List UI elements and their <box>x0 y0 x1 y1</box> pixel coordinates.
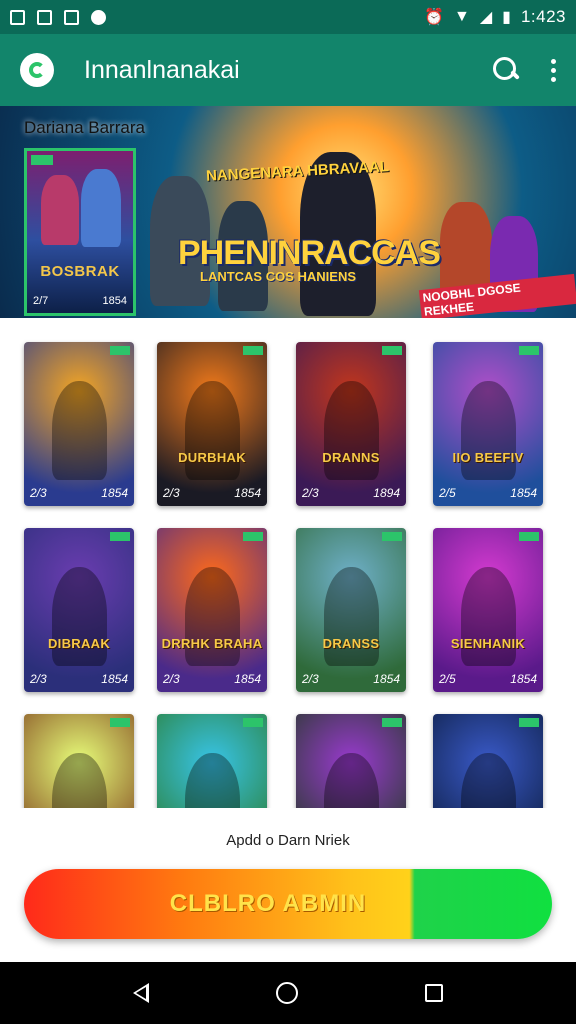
card-count: 1854 <box>234 486 261 500</box>
wifi-icon: ▼ <box>453 8 470 25</box>
card-title: DRANNS <box>322 450 380 465</box>
game-card[interactable]: DRANSS 2/3 1854 <box>296 528 406 692</box>
card-title: IIO BEEFIV <box>452 450 524 465</box>
status-bar: ⏰ ▼ ◢ ▮ 1:423 <box>0 0 576 34</box>
game-card[interactable]: DRRAGIM <box>157 714 267 808</box>
cta-button[interactable]: CLBLRO ABMIN <box>24 869 552 939</box>
card-badge <box>110 346 130 355</box>
grid-icon <box>64 9 79 25</box>
card-count: 1854 <box>234 672 261 686</box>
app-bar: Innanlnanakai <box>0 34 576 106</box>
recents-icon[interactable] <box>424 984 443 1002</box>
card-count: 1854 <box>510 672 537 686</box>
game-card[interactable]: SIENHANIK 2/5 1854 <box>433 528 543 692</box>
card-badge <box>519 532 539 541</box>
app-actions <box>493 57 556 83</box>
card-rating: 2/5 <box>439 486 456 500</box>
card-footer: 2/3 1854 <box>302 672 400 686</box>
card-rating: 2/3 <box>163 486 180 500</box>
game-card[interactable]: DIRBNLEIN <box>433 714 543 808</box>
banner-subheadline: LANTCAS COS HANIENS <box>200 269 357 284</box>
game-card[interactable]: DRANNS 2/3 1894 <box>296 342 406 506</box>
card-badge <box>519 346 539 355</box>
poster-hero-figure <box>81 169 121 247</box>
game-card[interactable]: DRRHK BRAHA 2/3 1854 <box>157 528 267 692</box>
card-footer: 2/5 1854 <box>439 486 537 500</box>
more-vert-icon[interactable] <box>551 58 556 82</box>
card-rating: 2/3 <box>30 672 47 686</box>
game-card[interactable] <box>24 714 134 808</box>
footer-caption: Apdd o Darn Nriek <box>226 832 350 849</box>
alarm-clock-icon: ⏰ <box>424 9 444 26</box>
card-count: 1894 <box>373 486 400 500</box>
game-card[interactable]: DRANKINS <box>296 714 406 808</box>
card-title: DRANSS <box>322 636 380 651</box>
card-badge <box>243 532 263 541</box>
app-screen: ⏰ ▼ ◢ ▮ 1:423 Innanlnanakai Dariana Barr… <box>0 0 576 1024</box>
card-badge <box>110 718 130 727</box>
card-rating: 2/3 <box>302 486 319 500</box>
banner-headline: PHENINRACCAS <box>178 234 441 272</box>
card-title: DURBHAK <box>178 450 246 465</box>
card-count: 1854 <box>510 486 537 500</box>
card-title: SIENHANIK <box>450 636 526 651</box>
card-badge <box>243 718 263 727</box>
game-card[interactable]: DIBRAAK 2/3 1854 <box>24 528 134 692</box>
search-icon[interactable] <box>493 57 519 83</box>
app-title: Innanlnanakai <box>84 55 240 84</box>
card-title: DRRHK BRAHA <box>161 636 263 651</box>
card-badge <box>382 532 402 541</box>
poster-badge <box>31 155 53 165</box>
card-footer: 2/3 1854 <box>30 486 128 500</box>
card-footer: 2/3 1854 <box>163 672 261 686</box>
card-footer: 2/3 1854 <box>30 672 128 686</box>
card-footer: 2/3 1894 <box>302 486 400 500</box>
game-card[interactable]: DURBHAK 2/3 1854 <box>157 342 267 506</box>
card-rating: 2/3 <box>30 486 47 500</box>
app-logo-icon[interactable] <box>20 53 54 87</box>
card-hero-figure <box>51 381 107 480</box>
notification-icon <box>10 9 25 25</box>
poster-title: BOSBRAK <box>40 263 120 280</box>
banner-poster[interactable]: BOSBRAK 2/7 1854 <box>24 148 136 316</box>
poster-count: 1854 <box>102 295 127 307</box>
card-count: 1854 <box>373 672 400 686</box>
poster-hero-figure <box>41 175 79 245</box>
alarm-icon <box>91 9 106 25</box>
card-footer: 2/3 1854 <box>163 486 261 500</box>
battery-icon: ▮ <box>502 9 511 26</box>
poster-footer: 2/7 1854 <box>33 295 127 307</box>
home-icon[interactable] <box>275 982 298 1004</box>
card-footer: 2/5 1854 <box>439 672 537 686</box>
card-rating: 2/3 <box>163 672 180 686</box>
game-grid: 2/3 1854 DURBHAK 2/3 1854 DRANNS 2/3 1894 IIO BE… <box>0 318 576 808</box>
status-time: 1:423 <box>520 7 566 26</box>
banner-title: Dariana Barrara <box>24 118 145 137</box>
signal-icon: ◢ <box>479 9 493 26</box>
card-badge <box>382 346 402 355</box>
nav-bar <box>0 962 576 1024</box>
game-card[interactable]: IIO BEEFIV 2/5 1854 <box>433 342 543 506</box>
card-badge <box>382 718 402 727</box>
image-icon <box>37 9 52 25</box>
cta-label: CLBLRO ABMIN <box>169 890 367 917</box>
poster-rating: 2/7 <box>33 295 49 307</box>
back-icon[interactable] <box>133 983 150 1003</box>
card-badge <box>110 532 130 541</box>
status-notifications <box>10 9 106 25</box>
card-rating: 2/5 <box>439 672 456 686</box>
card-count: 1854 <box>101 672 128 686</box>
card-badge <box>519 718 539 727</box>
status-system: ⏰ ▼ ◢ ▮ 1:423 <box>424 7 566 27</box>
card-count: 1854 <box>101 486 128 500</box>
card-rating: 2/3 <box>302 672 319 686</box>
game-card[interactable]: 2/3 1854 <box>24 342 134 506</box>
card-badge <box>243 346 263 355</box>
featured-banner[interactable]: Dariana Barrara BOSBRAK 2/7 1854 NANGENA… <box>0 106 576 318</box>
card-title: DIBRAAK <box>47 636 111 651</box>
